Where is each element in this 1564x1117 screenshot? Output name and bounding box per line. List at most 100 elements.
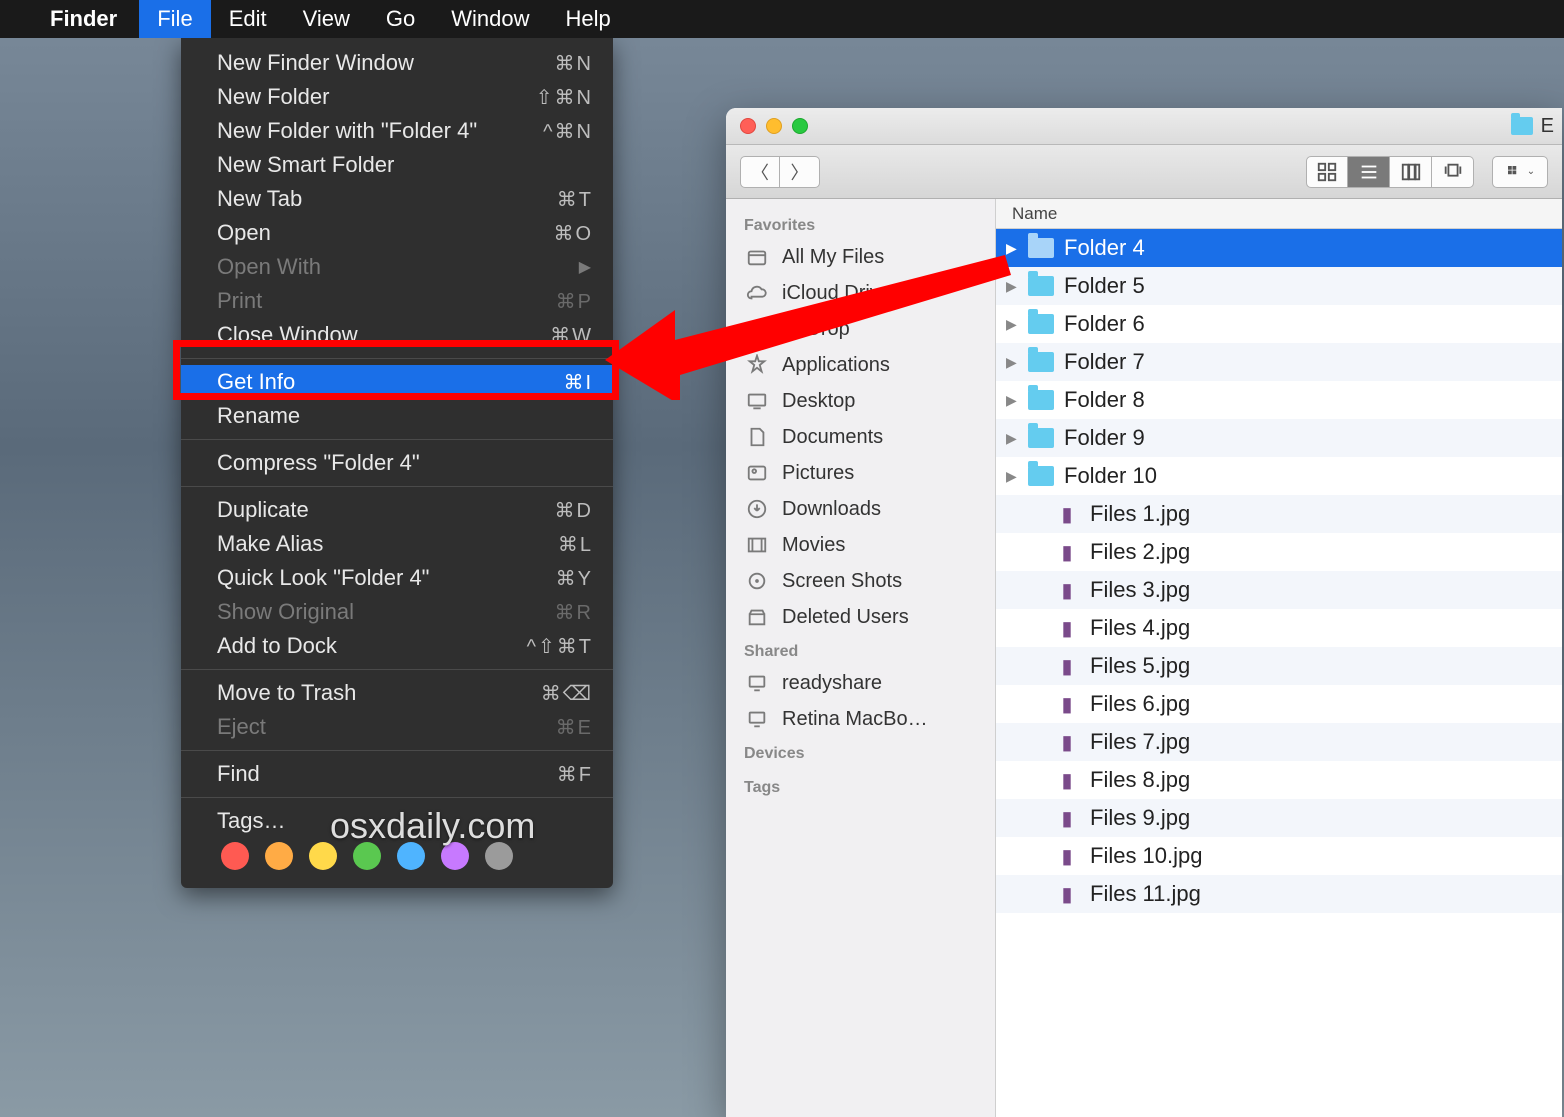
- file-row[interactable]: ▮Files 3.jpg: [996, 571, 1562, 609]
- sidebar-item-readyshare[interactable]: readyshare: [726, 665, 995, 701]
- view-coverflow-button[interactable]: [1432, 156, 1474, 188]
- sidebar-item-all-my-files[interactable]: All My Files: [726, 239, 995, 275]
- menu-item-new-folder[interactable]: New Folder⇧⌘N: [181, 80, 613, 114]
- disclosure-triangle-icon[interactable]: ▶: [1006, 316, 1020, 333]
- disclosure-triangle-icon[interactable]: ▶: [1006, 392, 1020, 409]
- folder-icon: [1026, 466, 1056, 486]
- tag-dot[interactable]: [485, 842, 513, 870]
- menu-item-quick-look-folder-4[interactable]: Quick Look "Folder 4"⌘Y: [181, 561, 613, 595]
- sidebar-head-favorites: Favorites: [726, 209, 995, 239]
- sidebar-item-screen-shots[interactable]: Screen Shots: [726, 563, 995, 599]
- menu-edit[interactable]: Edit: [211, 0, 285, 38]
- sidebar-item-downloads[interactable]: Downloads: [726, 491, 995, 527]
- file-row[interactable]: ▮Files 6.jpg: [996, 685, 1562, 723]
- folder-row[interactable]: ▶Folder 7: [996, 343, 1562, 381]
- tag-dot[interactable]: [353, 842, 381, 870]
- folder-icon: [1026, 390, 1056, 410]
- sidebar-item-retina-macbo[interactable]: Retina MacBo…: [726, 701, 995, 737]
- menu-item-new-tab[interactable]: New Tab⌘T: [181, 182, 613, 216]
- disclosure-triangle-icon[interactable]: ▶: [1006, 354, 1020, 371]
- window-title: E: [1511, 115, 1554, 138]
- folder-row[interactable]: ▶Folder 5: [996, 267, 1562, 305]
- window-title-text: E: [1541, 115, 1554, 138]
- folder-icon: [1026, 238, 1056, 258]
- menu-help[interactable]: Help: [548, 0, 629, 38]
- app-name[interactable]: Finder: [50, 6, 117, 32]
- folder-row[interactable]: ▶Folder 8: [996, 381, 1562, 419]
- file-row[interactable]: ▮Files 5.jpg: [996, 647, 1562, 685]
- arrange-button[interactable]: ⌄: [1492, 156, 1548, 188]
- view-list-button[interactable]: [1348, 156, 1390, 188]
- sidebar-icon: [744, 670, 770, 696]
- column-header-name[interactable]: Name: [996, 199, 1562, 229]
- menu-go[interactable]: Go: [368, 0, 433, 38]
- menu-item-new-finder-window[interactable]: New Finder Window⌘N: [181, 46, 613, 80]
- disclosure-triangle-icon[interactable]: ▶: [1006, 240, 1020, 257]
- file-row[interactable]: ▮Files 10.jpg: [996, 837, 1562, 875]
- menu-item-get-info[interactable]: Get Info⌘I: [181, 365, 613, 399]
- view-column-button[interactable]: [1390, 156, 1432, 188]
- menu-item-compress-folder-4[interactable]: Compress "Folder 4": [181, 446, 613, 480]
- sidebar-item-pictures[interactable]: Pictures: [726, 455, 995, 491]
- view-icon-button[interactable]: [1306, 156, 1348, 188]
- sidebar-item-documents[interactable]: Documents: [726, 419, 995, 455]
- image-file-icon: ▮: [1052, 578, 1082, 603]
- menu-item-tags[interactable]: Tags…: [181, 804, 613, 874]
- close-button[interactable]: [740, 118, 756, 134]
- menu-item-show-original: Show Original⌘R: [181, 595, 613, 629]
- folder-icon: [1026, 276, 1056, 296]
- tag-dot[interactable]: [397, 842, 425, 870]
- menu-item-eject: Eject⌘E: [181, 710, 613, 744]
- file-row[interactable]: ▮Files 4.jpg: [996, 609, 1562, 647]
- sidebar-item-deleted-users[interactable]: Deleted Users: [726, 599, 995, 635]
- sidebar-item-movies[interactable]: Movies: [726, 527, 995, 563]
- sidebar-item-desktop[interactable]: Desktop: [726, 383, 995, 419]
- folder-row[interactable]: ▶Folder 9: [996, 419, 1562, 457]
- menu-item-print: Print⌘P: [181, 284, 613, 318]
- file-row[interactable]: ▮Files 11.jpg: [996, 875, 1562, 913]
- disclosure-triangle-icon[interactable]: ▶: [1006, 430, 1020, 447]
- sidebar-item-icloud-drive[interactable]: iCloud Drive: [726, 275, 995, 311]
- image-file-icon: ▮: [1052, 882, 1082, 907]
- folder-icon: [1026, 352, 1056, 372]
- menu-window[interactable]: Window: [433, 0, 547, 38]
- menu-item-duplicate[interactable]: Duplicate⌘D: [181, 493, 613, 527]
- menu-item-add-to-dock[interactable]: Add to Dock^⇧⌘T: [181, 629, 613, 663]
- menu-view[interactable]: View: [285, 0, 368, 38]
- sidebar: Favorites All My FilesiCloud DriveAirDro…: [726, 199, 996, 1117]
- folder-row[interactable]: ▶Folder 10: [996, 457, 1562, 495]
- menu-item-make-alias[interactable]: Make Alias⌘L: [181, 527, 613, 561]
- tag-dot[interactable]: [441, 842, 469, 870]
- menu-item-find[interactable]: Find⌘F: [181, 757, 613, 791]
- disclosure-triangle-icon[interactable]: ▶: [1006, 468, 1020, 485]
- disclosure-triangle-icon[interactable]: ▶: [1006, 278, 1020, 295]
- tag-dot[interactable]: [265, 842, 293, 870]
- folder-row[interactable]: ▶Folder 6: [996, 305, 1562, 343]
- file-row[interactable]: ▮Files 9.jpg: [996, 799, 1562, 837]
- file-list: Name ▶Folder 4▶Folder 5▶Folder 6▶Folder …: [996, 199, 1562, 1117]
- menu-item-new-folder-with-folder-4[interactable]: New Folder with "Folder 4"^⌘N: [181, 114, 613, 148]
- sidebar-item-airdrop[interactable]: AirDrop: [726, 311, 995, 347]
- file-row[interactable]: ▮Files 8.jpg: [996, 761, 1562, 799]
- file-row[interactable]: ▮Files 1.jpg: [996, 495, 1562, 533]
- menu-file[interactable]: File: [139, 0, 210, 38]
- finder-titlebar: E: [726, 108, 1562, 145]
- minimize-button[interactable]: [766, 118, 782, 134]
- back-button[interactable]: 〈: [740, 156, 780, 188]
- sidebar-item-applications[interactable]: Applications: [726, 347, 995, 383]
- image-file-icon: ▮: [1052, 502, 1082, 527]
- folder-row[interactable]: ▶Folder 4: [996, 229, 1562, 267]
- tag-dot[interactable]: [309, 842, 337, 870]
- menu-item-close-window[interactable]: Close Window⌘W: [181, 318, 613, 352]
- menu-item-rename[interactable]: Rename: [181, 399, 613, 433]
- file-row[interactable]: ▮Files 7.jpg: [996, 723, 1562, 761]
- submenu-arrow-icon: ▶: [579, 257, 593, 277]
- file-row[interactable]: ▮Files 2.jpg: [996, 533, 1562, 571]
- menu-item-new-smart-folder[interactable]: New Smart Folder: [181, 148, 613, 182]
- forward-button[interactable]: 〉: [780, 156, 820, 188]
- zoom-button[interactable]: [792, 118, 808, 134]
- tag-dot[interactable]: [221, 842, 249, 870]
- image-file-icon: ▮: [1052, 768, 1082, 793]
- menu-item-move-to-trash[interactable]: Move to Trash⌘⌫: [181, 676, 613, 710]
- menu-item-open[interactable]: Open⌘O: [181, 216, 613, 250]
